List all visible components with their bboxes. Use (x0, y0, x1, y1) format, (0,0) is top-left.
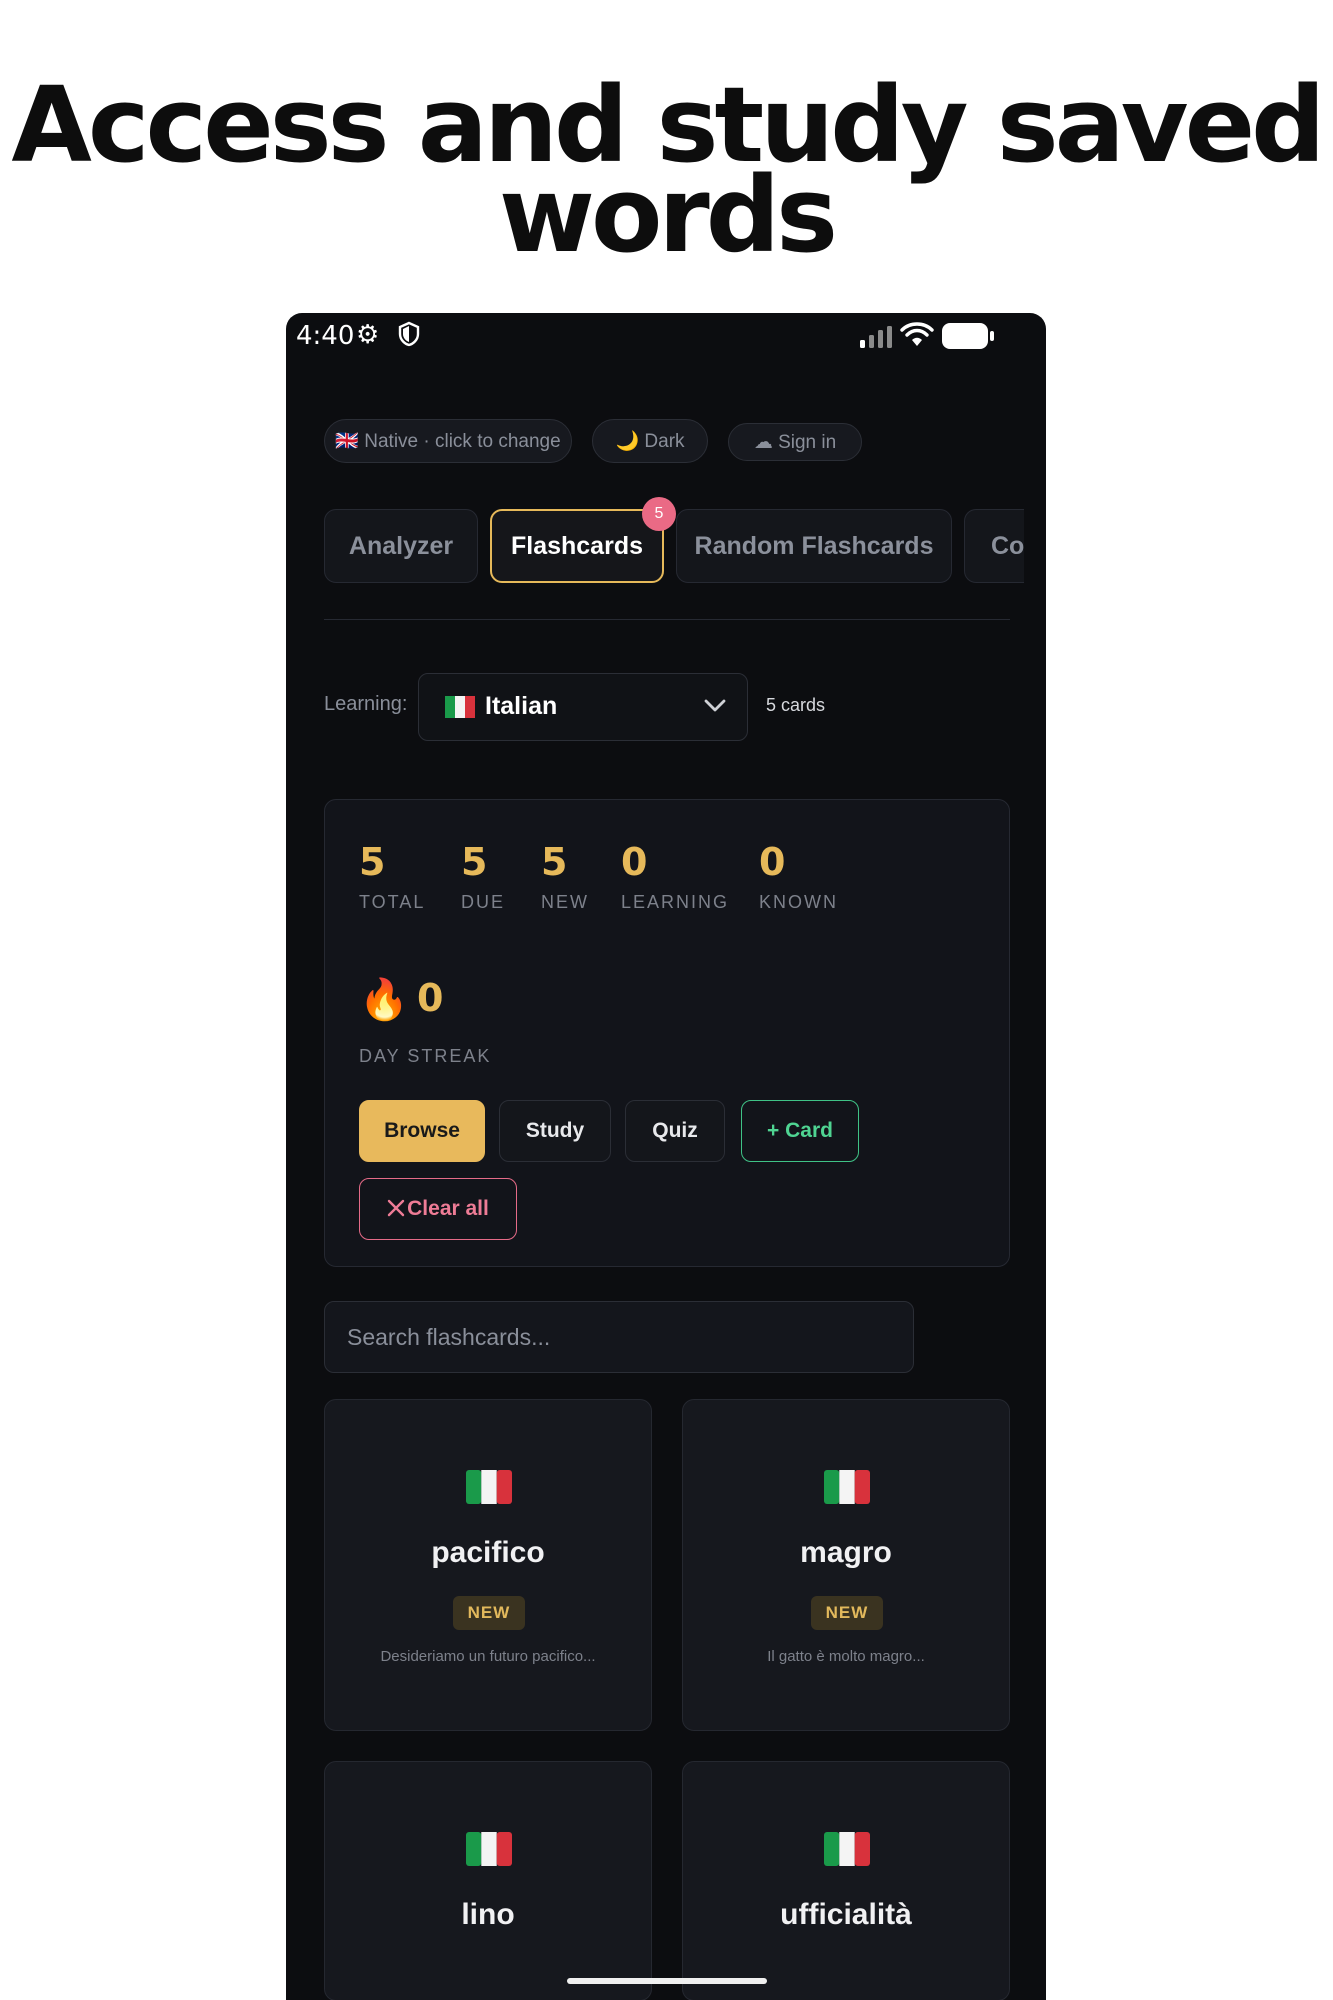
home-indicator[interactable] (567, 1978, 767, 1984)
phone-screen: 4:40 ⚙ 🇬🇧 Native · click to change 🌙 Dar… (286, 313, 1046, 2000)
stat-due-value: 5 (461, 840, 488, 884)
flashcard-item[interactable]: ufficialità (682, 1761, 1010, 2000)
flashcard-example: Il gatto è molto magro... (767, 1648, 925, 1665)
close-icon (387, 1199, 405, 1217)
stat-due-label: DUE (461, 892, 506, 912)
divider (324, 619, 1010, 620)
tab-analyzer[interactable]: Analyzer (324, 509, 478, 583)
status-badge: NEW (453, 1596, 525, 1630)
status-bar: 4:40 ⚙ (286, 313, 1046, 363)
theme-toggle-chip[interactable]: 🌙 Dark (592, 419, 708, 463)
browse-button[interactable]: Browse (359, 1100, 485, 1162)
stat-learning-label: LEARNING (621, 892, 730, 912)
flashcard-item[interactable]: lino (324, 1761, 652, 2000)
flashcards-count-badge: 5 (642, 497, 676, 531)
clear-all-button[interactable]: Clear all (359, 1178, 517, 1240)
streak-label: DAY STREAK (359, 1046, 492, 1066)
native-language-chip[interactable]: 🇬🇧 Native · click to change (324, 419, 572, 463)
cellular-signal-icon (860, 326, 892, 348)
add-card-button[interactable]: + Card (741, 1100, 859, 1162)
wifi-icon (900, 322, 934, 346)
stat-learning-value: 0 (621, 840, 648, 884)
stat-known-value: 0 (759, 840, 786, 884)
cards-count: 5 cards (766, 695, 826, 715)
language-select[interactable]: Italian (418, 673, 748, 741)
italy-flag-icon (445, 696, 475, 718)
flashcard-item[interactable]: magro NEW Il gatto è molto magro... (682, 1399, 1010, 1731)
flashcard-word: ufficialità (780, 1898, 912, 1931)
headline: Access and study saved words (0, 73, 1333, 267)
italy-flag-icon (466, 1470, 512, 1504)
stat-total-value: 5 (359, 840, 386, 884)
study-button[interactable]: Study (499, 1100, 611, 1162)
stats-panel: 5 TOTAL 5 DUE 5 NEW 0 LEARNING 0 KNOWN 🔥… (324, 799, 1010, 1267)
tab-flashcards[interactable]: Flashcards (490, 509, 664, 583)
status-time: 4:40 (296, 321, 355, 351)
tab-co-partial[interactable]: Co (964, 509, 1024, 583)
flashcard-item[interactable]: pacifico NEW Desideriamo un futuro pacif… (324, 1399, 652, 1731)
italy-flag-icon (466, 1832, 512, 1866)
stat-new-label: NEW (541, 892, 589, 912)
stat-total: 5 TOTAL (359, 840, 425, 913)
gear-icon: ⚙ (356, 319, 380, 349)
quiz-button[interactable]: Quiz (625, 1100, 725, 1162)
selected-language: Italian (485, 692, 558, 720)
search-input[interactable] (324, 1301, 914, 1373)
flashcard-example: Desideriamo un futuro pacifico... (380, 1648, 596, 1665)
stat-due: 5 DUE (461, 840, 505, 913)
learning-label: Learning: (324, 693, 408, 715)
status-badge: NEW (811, 1596, 883, 1630)
stat-known: 0 KNOWN (759, 840, 838, 913)
stat-known-label: KNOWN (759, 892, 838, 912)
fire-icon: 🔥 (359, 978, 409, 1022)
stat-new: 5 NEW (541, 840, 589, 913)
battery-icon (942, 323, 994, 349)
tab-random-flashcards[interactable]: Random Flashcards (676, 509, 952, 583)
streak-value: 0 (417, 976, 444, 1020)
italy-flag-icon (824, 1832, 870, 1866)
italy-flag-icon (824, 1470, 870, 1504)
flashcard-word: magro (800, 1536, 892, 1569)
stat-learning: 0 LEARNING (621, 840, 729, 913)
sign-in-chip[interactable]: ☁ Sign in (728, 423, 862, 461)
flashcard-word: pacifico (431, 1536, 545, 1569)
chevron-down-icon (704, 699, 726, 712)
stat-total-label: TOTAL (359, 892, 426, 912)
shield-icon (398, 321, 420, 347)
clear-all-label: Clear all (407, 1197, 489, 1220)
flashcard-word: lino (461, 1898, 515, 1931)
stat-new-value: 5 (541, 840, 568, 884)
